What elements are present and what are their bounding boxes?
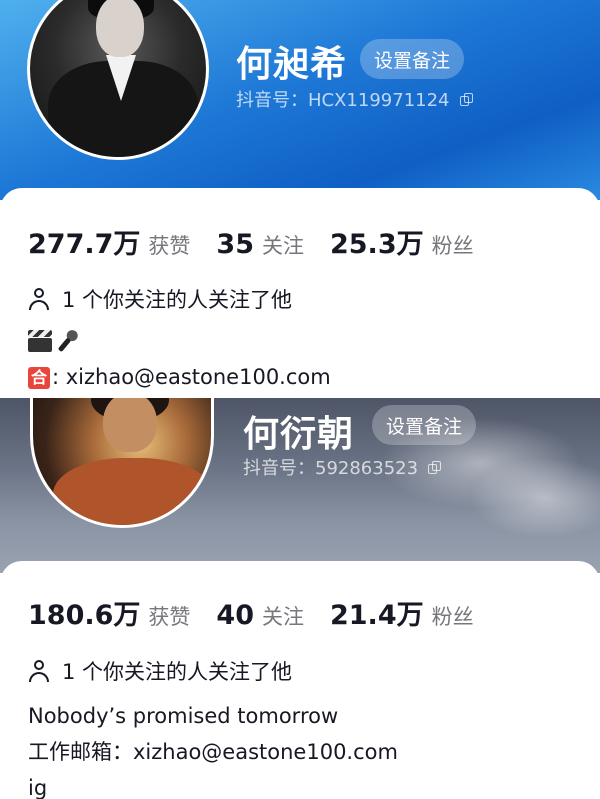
douyin-id-text: 抖音号：HCX119971124: [236, 90, 450, 111]
cooperation-badge: 合: [28, 367, 50, 389]
mutual-follow-text: 1 个你关注的人关注了他: [62, 288, 293, 312]
stat-likes: 180.6万 获赞: [28, 593, 190, 632]
stat-likes: 277.7万 获赞: [28, 222, 190, 261]
stat-label: 关注: [261, 605, 304, 629]
mutual-follow-row[interactable]: 1 个你关注的人关注了他: [28, 284, 292, 314]
profile-name: 何昶希: [236, 44, 348, 85]
stat-label: 关注: [261, 234, 304, 258]
avatar[interactable]: [30, 398, 214, 528]
bio-line: ig: [28, 776, 48, 799]
bio-line: Nobody’s promised tomorrow: [28, 704, 339, 728]
bio-email-text: : xizhao@eastone100.com: [52, 365, 331, 389]
profile-card-2: 何衍朝 设置备注 抖音号：592863523 180.6万 获赞 40 关注 2…: [0, 398, 600, 799]
stat-followers[interactable]: 25.3万 粉丝: [330, 222, 474, 261]
stat-label: 获赞: [148, 605, 191, 629]
copy-icon[interactable]: [459, 92, 473, 106]
bio-email-line: 合: xizhao@eastone100.com: [28, 359, 331, 395]
douyin-id-text: 抖音号：592863523: [243, 458, 419, 479]
stat-value: 277.7万: [28, 229, 141, 260]
microphone-icon: [49, 323, 86, 360]
bio: Nobody’s promised tomorrow 工作邮箱：xizhao@e…: [28, 698, 398, 799]
avatar[interactable]: [27, 0, 209, 160]
stat-value: 25.3万: [329, 229, 424, 260]
stat-value: 21.4万: [329, 600, 424, 631]
douyin-id[interactable]: 抖音号：HCX119971124: [236, 86, 473, 112]
bio-line: 工作邮箱：xizhao@eastone100.com: [28, 740, 398, 764]
stat-label: 获赞: [148, 234, 191, 258]
mutual-follow-row[interactable]: 1 个你关注的人关注了他: [28, 656, 292, 686]
stats-row: 277.7万 获赞 35 关注 25.3万 粉丝: [28, 222, 500, 261]
person-icon: [28, 659, 50, 683]
profile-card-1: 何昶希 设置备注 抖音号：HCX119971124 277.7万 获赞 35 关…: [0, 0, 600, 398]
profile-name: 何衍朝: [243, 414, 355, 455]
stat-following[interactable]: 35 关注: [216, 229, 304, 260]
stat-label: 粉丝: [431, 605, 474, 629]
stat-label: 粉丝: [431, 234, 474, 258]
douyin-id[interactable]: 抖音号：592863523: [243, 454, 442, 480]
stat-followers[interactable]: 21.4万 粉丝: [330, 593, 474, 632]
stat-following[interactable]: 40 关注: [216, 600, 304, 631]
bio-emoji-row: [28, 323, 331, 359]
person-icon: [28, 287, 50, 311]
stats-row: 180.6万 获赞 40 关注 21.4万 粉丝: [28, 593, 500, 632]
set-remark-button[interactable]: 设置备注: [360, 39, 465, 79]
stat-value: 40: [216, 600, 254, 631]
mutual-follow-text: 1 个你关注的人关注了他: [62, 660, 293, 684]
bio: 合: xizhao@eastone100.com: [28, 323, 331, 395]
set-remark-button[interactable]: 设置备注: [372, 405, 477, 445]
stat-value: 180.6万: [28, 600, 141, 631]
copy-icon[interactable]: [428, 460, 442, 474]
stat-value: 35: [216, 229, 254, 260]
